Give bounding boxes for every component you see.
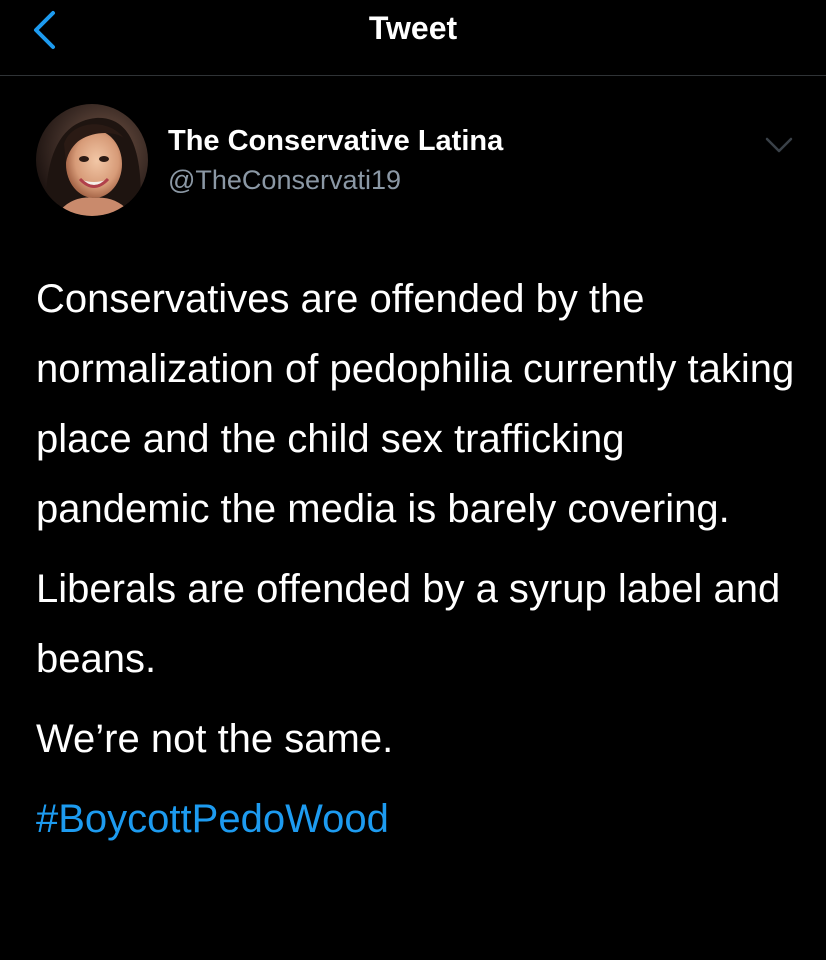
tweet-paragraph: Liberals are offended by a syrup label a…	[36, 567, 781, 681]
tweet-paragraph: We’re not the same.	[36, 717, 394, 761]
page-title: Tweet	[368, 10, 458, 46]
tweet-options-button[interactable]	[762, 130, 796, 160]
hashtag-paragraph: #BoycottPedoWood	[36, 784, 806, 854]
tweet-text: Conservatives are offended by the normal…	[36, 264, 806, 854]
avatar-image	[36, 104, 148, 216]
avatar[interactable]	[36, 104, 148, 216]
chevron-down-icon	[765, 137, 793, 153]
author-display-name[interactable]: The Conservative Latina	[168, 124, 503, 158]
hashtag-link[interactable]: #BoycottPedoWood	[36, 797, 389, 841]
top-bar: Tweet	[0, 0, 826, 76]
tweet-paragraph: Conservatives are offended by the normal…	[36, 277, 795, 531]
author-handle[interactable]: @TheConservati19	[168, 164, 401, 196]
tweet-author: The Conservative Latina @TheConservati19	[0, 100, 826, 220]
